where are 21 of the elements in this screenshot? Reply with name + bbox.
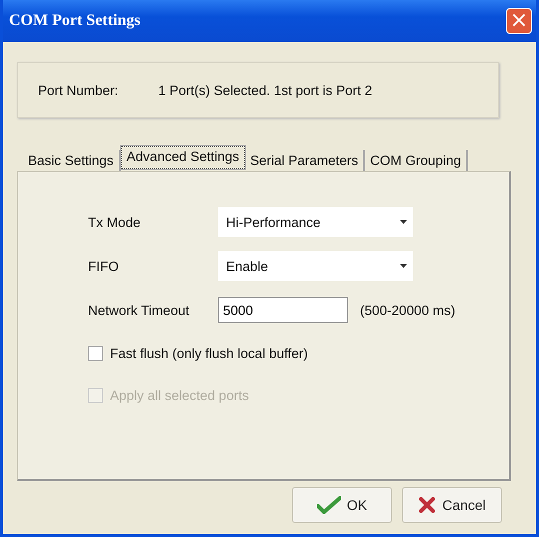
check-icon bbox=[316, 496, 341, 514]
checkbox[interactable] bbox=[88, 346, 103, 360]
dropdown[interactable]: Enable bbox=[218, 251, 413, 281]
caret-icon bbox=[400, 220, 407, 224]
port-label: Port Number: bbox=[38, 82, 118, 98]
port-value: 1 Port(s) Selected. 1st port is Port 2 bbox=[158, 82, 372, 98]
checkbox-label: Fast flush (only flush local buffer) bbox=[110, 346, 308, 360]
ok-button[interactable]: OK bbox=[292, 487, 392, 523]
field-label: Network Timeout bbox=[88, 302, 190, 318]
range-hint: (500-20000 ms) bbox=[360, 302, 456, 318]
checkbox-label: Apply all selected ports bbox=[110, 388, 249, 402]
dropdown[interactable]: Hi-Performance bbox=[218, 207, 413, 237]
cancel-button[interactable]: Cancel bbox=[402, 487, 502, 523]
close-button[interactable]: × bbox=[506, 8, 532, 34]
tab[interactable]: Advanced Settings bbox=[120, 146, 246, 169]
window-title: COM Port Settings bbox=[9, 12, 141, 30]
timeout-field[interactable]: 5000 bbox=[218, 297, 348, 323]
cross-icon bbox=[418, 496, 436, 514]
caret-icon bbox=[400, 264, 407, 268]
field-label: Tx Mode bbox=[88, 214, 142, 230]
field-label: FIFO bbox=[88, 258, 120, 274]
